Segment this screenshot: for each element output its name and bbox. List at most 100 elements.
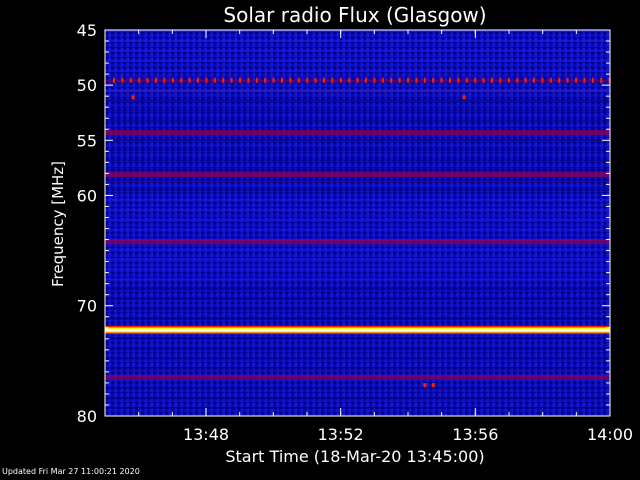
chart-title: Solar radio Flux (Glasgow) xyxy=(223,3,486,27)
band-0-dash xyxy=(180,77,183,83)
noise-row xyxy=(105,198,610,201)
band-0-dash xyxy=(541,77,544,83)
band-0-dash xyxy=(465,77,468,83)
band-0-dash xyxy=(281,77,283,83)
band-0-dash xyxy=(205,77,208,83)
band-0-dash xyxy=(121,77,124,83)
band-0-dash xyxy=(600,77,603,83)
noise-row xyxy=(105,337,610,340)
y-tick-label: 50 xyxy=(77,76,97,95)
band-0-dash xyxy=(415,77,418,83)
band-0-dash xyxy=(356,77,359,83)
band-0-dash xyxy=(188,77,191,83)
noise-row xyxy=(105,407,610,410)
updated-timestamp: Updated Fri Mar 27 11:00:21 2020 xyxy=(2,467,140,476)
noise-row xyxy=(105,69,610,72)
band-0-dash xyxy=(163,77,166,83)
band-0-dash xyxy=(516,77,519,83)
noise-row xyxy=(105,188,610,191)
band-0-dash xyxy=(113,77,115,83)
band-0-dash xyxy=(264,77,267,83)
band-0-dash xyxy=(533,77,535,83)
band-0-dash xyxy=(306,77,309,83)
noise-row xyxy=(105,218,610,221)
noise-row xyxy=(105,149,610,152)
band-0-dash xyxy=(390,77,393,83)
band-0-dash xyxy=(348,77,351,83)
noise-row xyxy=(105,288,610,291)
band-0-dash xyxy=(499,77,502,83)
band-0-dash xyxy=(381,77,384,83)
band-5-core xyxy=(105,328,610,331)
noise-row xyxy=(105,109,610,112)
noise-row xyxy=(105,178,610,181)
noise-row xyxy=(105,248,610,251)
noise-row xyxy=(105,228,610,231)
band-1-line xyxy=(105,89,610,92)
spectrogram-chart: Solar radio Flux (Glasgow) 455055607080 … xyxy=(49,3,633,466)
band-0-dash xyxy=(213,77,216,83)
band-0-dash xyxy=(583,77,586,83)
noise-row xyxy=(105,168,610,171)
band-0-dash xyxy=(230,77,233,83)
x-tick-label: 13:52 xyxy=(318,425,364,444)
band-0-dash xyxy=(155,77,157,83)
band-0-dash xyxy=(289,77,292,83)
band-0-dash xyxy=(171,77,174,83)
noise-row xyxy=(105,139,610,142)
band-4 xyxy=(105,239,610,245)
band-0-dash xyxy=(457,77,460,83)
noise-row xyxy=(105,268,610,271)
band-0-dash xyxy=(575,77,577,83)
noise-row xyxy=(105,397,610,400)
noise-row xyxy=(105,99,610,102)
spot-3 xyxy=(431,383,435,388)
band-0-dash xyxy=(482,77,485,83)
noise-row xyxy=(105,119,610,122)
band-0-dash xyxy=(339,77,342,83)
band-0-dash xyxy=(407,77,409,83)
band-0-dash xyxy=(323,77,325,83)
noise-row xyxy=(105,387,610,390)
noise-row xyxy=(105,357,610,360)
x-tick-label: 14:00 xyxy=(587,425,633,444)
noise-row xyxy=(105,39,610,42)
noise-row xyxy=(105,59,610,62)
band-2 xyxy=(105,130,610,136)
band-0-dash xyxy=(222,77,225,83)
spot-2 xyxy=(423,383,427,388)
band-0-dash xyxy=(239,77,241,83)
band-0-dash xyxy=(365,77,367,83)
y-tick-label: 70 xyxy=(77,297,97,316)
band-3 xyxy=(105,171,610,177)
band-0-dash xyxy=(314,77,317,83)
band-0-dash xyxy=(474,77,477,83)
band-0-dash xyxy=(197,77,199,83)
noise-row xyxy=(105,49,610,52)
band-0-dash xyxy=(373,77,376,83)
y-tick-label: 45 xyxy=(77,21,97,40)
noise-row xyxy=(105,297,610,300)
band-0-dash xyxy=(432,77,435,83)
noise-row xyxy=(105,258,610,261)
x-tick-label: 13:56 xyxy=(452,425,498,444)
band-6 xyxy=(105,374,610,380)
noise-row xyxy=(105,347,610,350)
band-0-dash xyxy=(507,77,510,83)
y-tick-label: 60 xyxy=(77,186,97,205)
y-tick-label: 80 xyxy=(77,407,97,426)
noise-row xyxy=(105,159,610,162)
band-0-dash xyxy=(331,77,334,83)
band-0-dash xyxy=(423,77,426,83)
band-0-dash xyxy=(129,77,132,83)
band-0-dash xyxy=(549,77,552,83)
band-0-dash xyxy=(255,77,258,83)
noise-row xyxy=(105,367,610,370)
band-0-dash xyxy=(524,77,527,83)
plot-area xyxy=(104,29,611,417)
band-0-dash xyxy=(566,77,569,83)
band-0-dash xyxy=(491,77,493,83)
x-axis-label: Start Time (18-Mar-20 13:45:00) xyxy=(225,447,484,466)
band-0-dash xyxy=(272,77,275,83)
band-0-dash xyxy=(591,77,594,83)
